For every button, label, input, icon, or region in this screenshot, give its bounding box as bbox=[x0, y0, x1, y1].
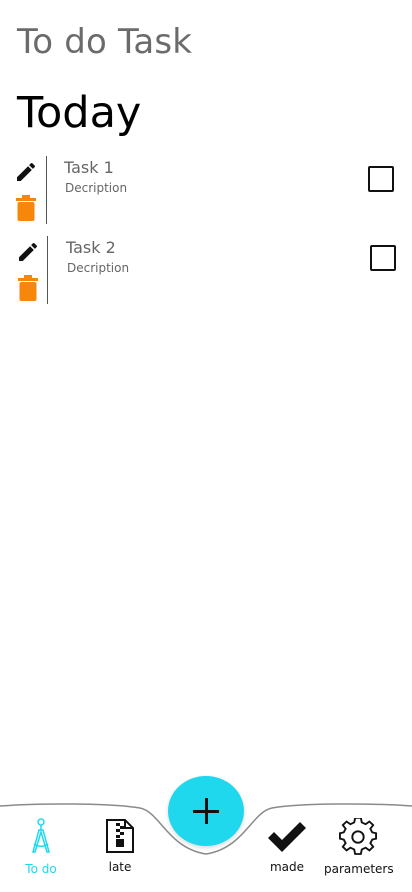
nav-item-todo[interactable]: To do bbox=[22, 818, 60, 876]
task-description: Decription bbox=[65, 181, 128, 195]
task-description: Decription bbox=[67, 261, 130, 275]
nav-item-late[interactable]: late bbox=[104, 818, 136, 874]
zip-file-icon bbox=[106, 819, 134, 853]
task-checkbox[interactable] bbox=[368, 166, 394, 192]
nav-label: parameters bbox=[324, 862, 394, 876]
nav-label: made bbox=[269, 860, 305, 874]
edit-icon[interactable] bbox=[16, 240, 40, 264]
task-name: Task 1 bbox=[64, 158, 114, 177]
add-task-button[interactable] bbox=[168, 776, 244, 846]
trash-icon[interactable] bbox=[18, 275, 38, 301]
task-actions bbox=[12, 158, 42, 222]
compass-icon bbox=[32, 818, 50, 853]
task-checkbox[interactable] bbox=[370, 245, 396, 271]
nav-label: late bbox=[108, 860, 132, 874]
task-divider bbox=[47, 236, 48, 304]
checkmark-icon bbox=[268, 822, 306, 852]
task-item: Task 1 Decription bbox=[0, 156, 412, 226]
trash-icon[interactable] bbox=[16, 195, 36, 221]
task-item: Task 2 Decription bbox=[0, 236, 412, 306]
edit-icon[interactable] bbox=[14, 160, 38, 184]
section-title: Today bbox=[17, 88, 142, 138]
nav-item-made[interactable]: made bbox=[266, 818, 308, 874]
gear-icon bbox=[339, 817, 377, 855]
task-actions bbox=[14, 238, 44, 302]
nav-label: To do bbox=[25, 862, 57, 876]
app-title: To do Task bbox=[17, 22, 193, 62]
task-name: Task 2 bbox=[66, 238, 116, 257]
nav-item-parameters[interactable]: parameters bbox=[324, 817, 394, 876]
task-divider bbox=[46, 156, 47, 224]
